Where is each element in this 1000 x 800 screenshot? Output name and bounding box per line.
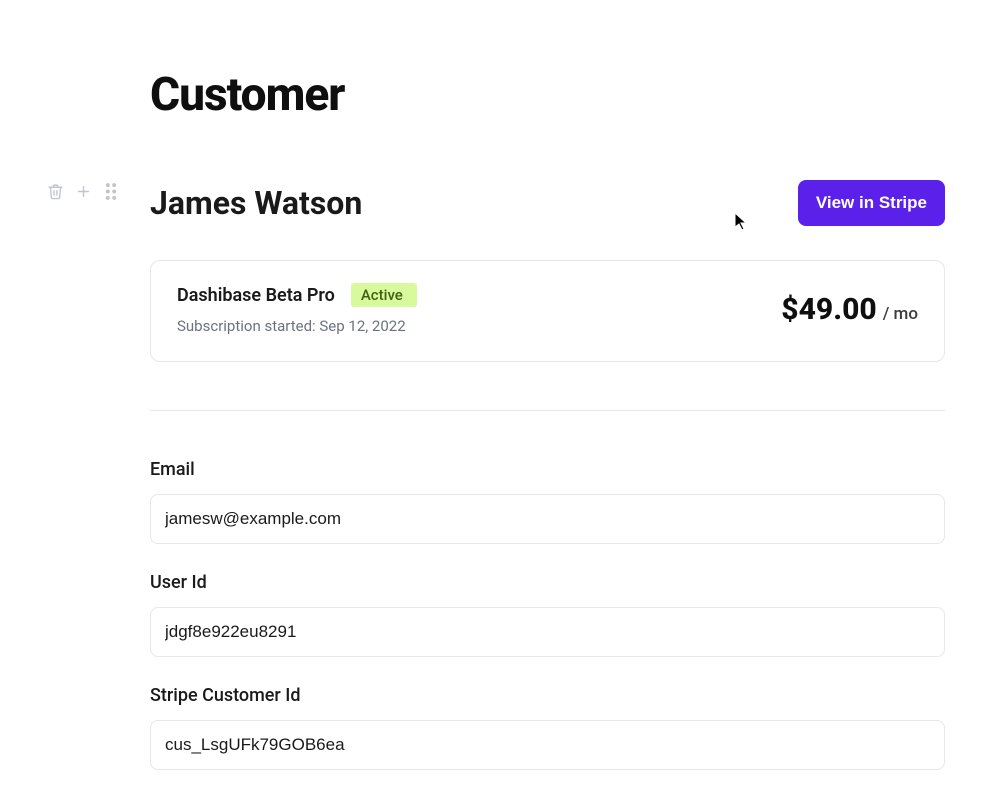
price-amount: $49.00 bbox=[781, 292, 876, 327]
field-user-id: User Id bbox=[150, 572, 945, 657]
field-email: Email bbox=[150, 459, 945, 544]
view-in-stripe-button[interactable]: View in Stripe bbox=[798, 180, 945, 226]
status-badge: Active bbox=[351, 283, 417, 307]
field-label-stripe-customer-id: Stripe Customer Id bbox=[150, 685, 945, 706]
customer-name: James Watson bbox=[150, 184, 362, 222]
page-title: Customer bbox=[150, 68, 945, 122]
divider bbox=[150, 410, 945, 411]
stripe-customer-id-input[interactable] bbox=[150, 720, 945, 770]
user-id-input[interactable] bbox=[150, 607, 945, 657]
subscription-price: $49.00 / mo bbox=[781, 292, 918, 327]
field-label-user-id: User Id bbox=[150, 572, 945, 593]
field-label-email: Email bbox=[150, 459, 945, 480]
email-input[interactable] bbox=[150, 494, 945, 544]
price-period: / mo bbox=[883, 304, 918, 324]
customer-header: James Watson View in Stripe bbox=[150, 180, 945, 226]
plus-icon[interactable] bbox=[74, 182, 92, 200]
block-tools bbox=[46, 182, 120, 200]
field-stripe-customer-id: Stripe Customer Id bbox=[150, 685, 945, 770]
subscription-card: Dashibase Beta Pro Active Subscription s… bbox=[150, 260, 945, 362]
subscription-started-text: Subscription started: Sep 12, 2022 bbox=[177, 317, 417, 335]
drag-handle-icon[interactable] bbox=[102, 182, 120, 200]
plan-name: Dashibase Beta Pro bbox=[177, 285, 335, 306]
trash-icon[interactable] bbox=[46, 182, 64, 200]
